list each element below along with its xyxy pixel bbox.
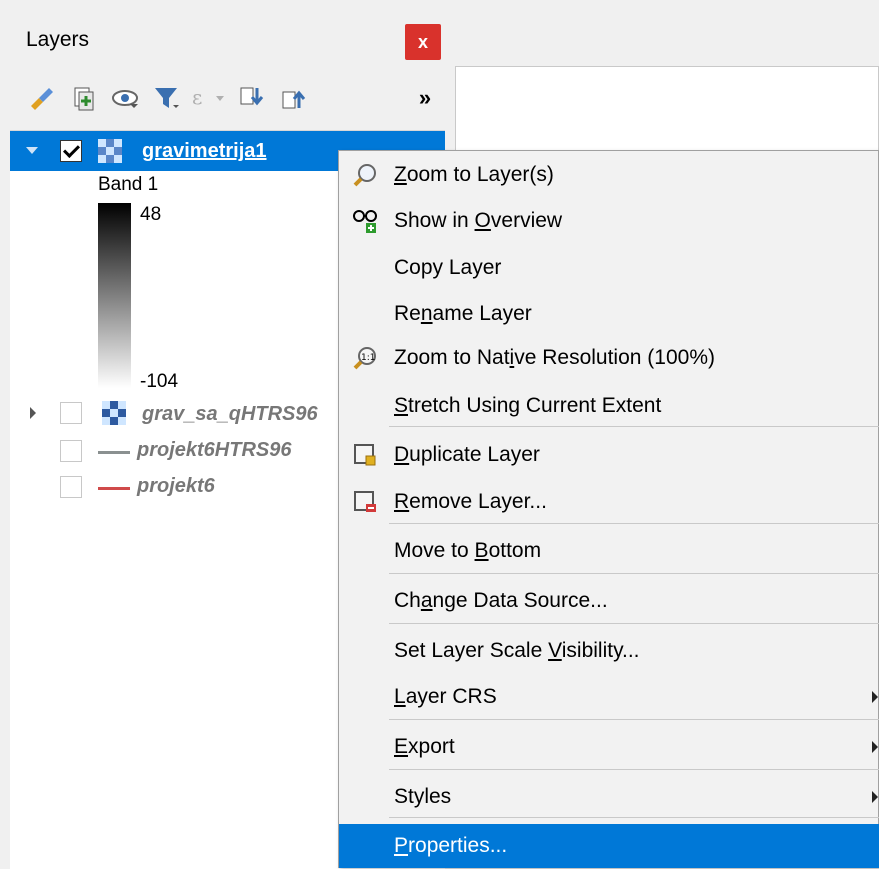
menu-item[interactable]: Move to Bottom: [339, 529, 879, 573]
legend-max-value: 48: [140, 204, 162, 225]
close-button[interactable]: x: [405, 24, 441, 60]
duplicate-layer-icon: [354, 444, 376, 466]
layer-context-menu: Zoom to Layer(s) Show in Overview Copy Lay…: [338, 150, 879, 868]
chevron-down-icon[interactable]: [26, 147, 38, 154]
menu-separator: [389, 523, 879, 524]
line-layer-icon: [98, 487, 130, 490]
menu-item[interactable]: Export: [339, 725, 879, 769]
submenu-arrow-icon: [872, 791, 878, 803]
line-layer-icon: [98, 451, 130, 454]
layer-name[interactable]: projekt6: [137, 475, 215, 498]
menu-item-label: Move to Bottom: [394, 539, 542, 562]
menu-item[interactable]: Zoom to Layer(s): [339, 153, 879, 197]
panel-title: Layers: [26, 28, 90, 51]
menu-item-label: Set Layer Scale Visibility...: [394, 639, 640, 662]
legend-band-label: Band 1: [98, 174, 159, 195]
style-brush-icon[interactable]: [20, 80, 62, 116]
menu-item[interactable]: Stretch Using Current Extent: [339, 384, 879, 428]
layer-checkbox-projekt6[interactable]: [60, 476, 82, 498]
menu-item-label: Export: [394, 735, 455, 758]
menu-item[interactable]: Layer CRS: [339, 675, 879, 719]
layer-checkbox-grav-sa-qhtrs96[interactable]: [60, 402, 82, 424]
menu-item[interactable]: Properties...: [339, 824, 879, 868]
collapse-all-icon[interactable]: [272, 80, 314, 116]
menu-item-label: Show in Overview: [394, 209, 563, 232]
expand-all-icon[interactable]: [230, 80, 272, 116]
expression-filter-icon: ε: [188, 80, 230, 116]
menu-item[interactable]: Change Data Source...: [339, 579, 879, 623]
menu-separator: [389, 719, 879, 720]
add-group-icon[interactable]: [62, 80, 104, 116]
menu-separator: [389, 623, 879, 624]
menu-item-label: Styles: [394, 785, 452, 808]
zoom-layer-icon: [353, 164, 376, 187]
menu-item-label: Zoom to Native Resolution (100%): [394, 346, 715, 369]
zoom-native-icon: 1:1: [353, 347, 376, 370]
submenu-arrow-icon: [872, 741, 878, 753]
layer-name[interactable]: gravimetrija1: [142, 140, 267, 163]
filter-icon[interactable]: [146, 80, 188, 116]
menu-item[interactable]: Copy Layer: [339, 246, 879, 290]
layers-toolbar: ε »: [20, 78, 440, 118]
menu-separator: [389, 573, 879, 574]
menu-item[interactable]: Rename Layer: [339, 292, 879, 336]
menu-item-label: Change Data Source...: [394, 589, 608, 612]
menu-item[interactable]: 1:1 Zoom to Native Resolution (100%): [339, 336, 879, 380]
menu-item-label: Duplicate Layer: [394, 443, 540, 466]
raster-layer-icon: [102, 401, 126, 425]
chevron-right-icon[interactable]: [30, 407, 36, 419]
layer-name[interactable]: projekt6HTRS96: [137, 439, 292, 462]
menu-item[interactable]: Remove Layer...: [339, 480, 879, 524]
menu-item[interactable]: Set Layer Scale Visibility...: [339, 629, 879, 673]
menu-item[interactable]: Duplicate Layer: [339, 433, 879, 477]
menu-separator: [389, 769, 879, 770]
menu-separator: [389, 817, 879, 818]
raster-layer-icon: [98, 139, 122, 163]
menu-item-label: Stretch Using Current Extent: [394, 394, 662, 417]
svg-text:1:1: 1:1: [361, 353, 375, 363]
legend-min-value: -104: [140, 371, 179, 392]
menu-item-label: Rename Layer: [394, 302, 532, 325]
menu-item-label: Properties...: [394, 834, 508, 857]
menu-item[interactable]: Styles: [339, 775, 879, 819]
menu-item-label: Copy Layer: [394, 256, 502, 279]
toolbar-overflow-button[interactable]: »: [410, 80, 440, 116]
visibility-eye-icon[interactable]: [104, 80, 146, 116]
layer-checkbox-projekt6htrs96[interactable]: [60, 440, 82, 462]
menu-item-label: Remove Layer...: [394, 490, 547, 513]
layer-name[interactable]: grav_sa_qHTRS96: [142, 403, 318, 426]
show-overview-icon: [353, 210, 377, 233]
menu-separator: [389, 426, 879, 427]
layer-checkbox-gravimetrija1[interactable]: [60, 140, 82, 162]
menu-item-label: Layer CRS: [394, 685, 497, 708]
svg-text:ε: ε: [192, 85, 202, 109]
remove-layer-icon: [354, 491, 376, 512]
menu-item[interactable]: Show in Overview: [339, 199, 879, 243]
menu-item-label: Zoom to Layer(s): [394, 163, 554, 186]
submenu-arrow-icon: [872, 691, 878, 703]
legend-gradient: [98, 203, 131, 388]
